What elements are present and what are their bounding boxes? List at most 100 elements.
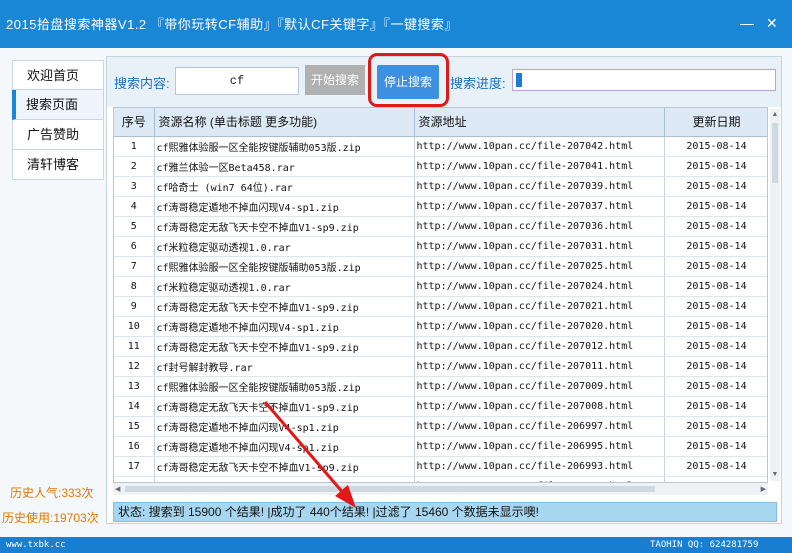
horizontal-scroll-thumb[interactable]	[125, 486, 655, 492]
cell-index: 2	[114, 156, 155, 177]
cell-date: 2015-08-14	[664, 416, 767, 437]
table-row[interactable]: 10 cf涛哥稳定遁地不掉血闪现V4-sp1.zip http://www.10pa…	[114, 316, 767, 337]
cell-name[interactable]: cf涛哥稳定遁地不掉血闪现V4-sp1.zip	[154, 436, 415, 457]
cell-name[interactable]: cf涛哥稳定遁地不掉血闪现V4-sp1.zip	[154, 196, 415, 217]
horizontal-scrollbar[interactable]: ◀ ▶	[113, 483, 768, 495]
table-row[interactable]: 15 cf涛哥稳定遁地不掉血闪现V4-sp1.zip http://www.10pa…	[114, 416, 767, 437]
cell-index: 9	[114, 296, 155, 317]
column-header-url[interactable]: 资源地址	[414, 108, 665, 137]
cell-name[interactable]: cf涛哥稳定遁地不掉血闪现V4-sp1.zip	[154, 476, 415, 482]
keyword-label: 搜索内容:	[114, 76, 170, 91]
table-row[interactable]: 13 cf熙雅体验服一区全能按键版辅助053版.zip http://www.10p…	[114, 376, 767, 397]
window-title: 2015拾盘搜索神器V1.2 『带你玩转CF辅助』『默认CF关键字』『一键搜索』	[6, 17, 458, 32]
status-bar: 状态: 搜索到 15900 个结果! |成功了 440个结果! |过滤了 154…	[113, 502, 777, 522]
sidebar: 欢迎首页 搜索页面 广告赞助 清轩博客	[12, 60, 104, 180]
vertical-scroll-thumb[interactable]	[772, 123, 778, 183]
cell-name[interactable]: cf米粒稳定驱动透视1.0.rar	[154, 236, 415, 257]
sidebar-item-welcome[interactable]: 欢迎首页	[12, 60, 104, 90]
cell-url: http://www.10pan.cc/file-207020.html	[414, 316, 665, 337]
sidebar-item-ads[interactable]: 广告赞助	[12, 120, 104, 150]
scroll-down-icon[interactable]: ▼	[771, 471, 779, 479]
cell-date: 2015-08-14	[664, 156, 767, 177]
table-row[interactable]: 7 cf熙雅体验服一区全能按键版辅助053版.zip http://www.10pa…	[114, 256, 767, 277]
table-row[interactable]: 18cf涛哥稳定遁地不掉血闪现V4-sp1.ziphttp://www.10pa…	[114, 476, 767, 482]
minimize-button[interactable]: —	[740, 16, 754, 30]
column-header-index[interactable]: 序号	[114, 108, 155, 137]
table-row[interactable]: 1 cf熙雅体验服一区全能按键版辅助053版.zip http://www.10pa…	[114, 136, 767, 157]
column-header-date[interactable]: 更新日期	[664, 108, 767, 137]
cell-date: 2015-08-14	[664, 276, 767, 297]
progress-fill	[516, 73, 522, 87]
cell-url: http://www.10pan.cc/file-207024.html	[414, 276, 665, 297]
cell-name[interactable]: cf哈奇士 (win7 64位).rar	[154, 176, 415, 197]
cell-name[interactable]: cf封号解封教导.rar	[154, 356, 415, 377]
cell-name[interactable]: cf雅兰体验一区Beta458.rar	[154, 156, 415, 177]
cell-name[interactable]: cf涛哥稳定无敌飞天卡空不掉血V1-sp9.zip	[154, 336, 415, 357]
annotation-highlight-box	[368, 53, 449, 107]
table-row[interactable]: 12 cf封号解封教导.rar http://www.10pan.cc/file-2…	[114, 356, 767, 377]
cell-url: http://www.10pan.cc/file-206995.html	[414, 436, 665, 457]
cell-url: http://www.10pan.cc/file-207041.html	[414, 156, 665, 177]
table-row[interactable]: 4 cf涛哥稳定遁地不掉血闪现V4-sp1.zip http://www.10pan…	[114, 196, 767, 217]
cell-name[interactable]: cf米粒稳定驱动透视1.0.rar	[154, 276, 415, 297]
vertical-scrollbar[interactable]: ▲ ▼	[770, 109, 780, 481]
cell-date: 2015-08-14	[664, 256, 767, 277]
start-search-button[interactable]: 开始搜索	[305, 65, 365, 95]
cell-date: 2015-08-14	[664, 196, 767, 217]
cell-url: http://www.10pan.cc/file-207008.html	[414, 396, 665, 417]
cell-index: 7	[114, 256, 155, 277]
cell-date: 2015-08-14	[664, 236, 767, 257]
scroll-right-icon[interactable]: ▶	[761, 485, 766, 493]
table-row[interactable]: 5 cf涛哥稳定无敌飞天卡空不掉血V1-sp9.zip http://www.10p…	[114, 216, 767, 237]
cell-date: 2015-08-14	[664, 176, 767, 197]
cell-name[interactable]: cf涛哥稳定无敌飞天卡空不掉血V1-sp9.zip	[154, 216, 415, 237]
cell-url: http://www.10pan.cc/file-207011.html	[414, 356, 665, 377]
cell-index: 1	[114, 136, 155, 157]
sidebar-item-search[interactable]: 搜索页面	[12, 90, 104, 120]
cell-index: 8	[114, 276, 155, 297]
keyword-input[interactable]	[175, 67, 299, 95]
cell-name[interactable]: cf熙雅体验服一区全能按键版辅助053版.zip	[154, 376, 415, 397]
cell-name[interactable]: cf涛哥稳定无敌飞天卡空不掉血V1-sp9.zip	[154, 296, 415, 317]
cell-name[interactable]: cf涛哥稳定遁地不掉血闪现V4-sp1.zip	[154, 316, 415, 337]
cell-url: http://www.10pan.cc/file-207012.html	[414, 336, 665, 357]
cell-url: http://www.10pan.cc/file-207025.html	[414, 256, 665, 277]
cell-date: 2015-08-14	[664, 456, 767, 477]
cell-url: http://www.10pan.cc/file-207037.html	[414, 196, 665, 217]
cell-url: http://www.10pan.cc/file-207031.html	[414, 236, 665, 257]
table-row[interactable]: 16 cf涛哥稳定遁地不掉血闪现V4-sp1.zip http://www.10pa…	[114, 436, 767, 457]
progress-label: 搜索进度:	[450, 76, 506, 91]
cell-index: 13	[114, 376, 155, 397]
footer-bar: www.txbk.cc TAOHIN QQ: 624281759	[0, 537, 792, 553]
footer-contact: TAOHIN QQ: 624281759	[650, 540, 759, 550]
table-row[interactable]: 8 cf米粒稳定驱动透视1.0.rar http://www.10pan.cc/fi…	[114, 276, 767, 297]
cell-name[interactable]: cf熙雅体验服一区全能按键版辅助053版.zip	[154, 256, 415, 277]
results-grid[interactable]: 序号 资源名称 (单击标题 更多功能) 资源地址 更新日期 1 cf熙雅体验服一区…	[113, 107, 768, 483]
cell-index: 17	[114, 456, 155, 477]
table-row[interactable]: 9 cf涛哥稳定无敌飞天卡空不掉血V1-sp9.zip http://www.10p…	[114, 296, 767, 317]
cell-name[interactable]: cf熙雅体验服一区全能按键版辅助053版.zip	[154, 136, 415, 157]
cell-name[interactable]: cf涛哥稳定无敌飞天卡空不掉血V1-sp9.zip	[154, 396, 415, 417]
cell-index: 6	[114, 236, 155, 257]
cell-name[interactable]: cf涛哥稳定无敌飞天卡空不掉血V1-sp9.zip	[154, 456, 415, 477]
table-row[interactable]: 11 cf涛哥稳定无敌飞天卡空不掉血V1-sp9.zip http://www.10…	[114, 336, 767, 357]
column-header-name[interactable]: 资源名称 (单击标题 更多功能)	[154, 108, 415, 137]
table-row[interactable]: 17 cf涛哥稳定无敌飞天卡空不掉血V1-sp9.zip http://www.10…	[114, 456, 767, 477]
table-row[interactable]: 3 cf哈奇士 (win7 64位).rar http://www.10pan.cc…	[114, 176, 767, 197]
sidebar-item-blog[interactable]: 清轩博客	[12, 150, 104, 180]
cell-url: http://www.10pan.cc/file-207042.html	[414, 136, 665, 157]
cell-date: 2015-08-14	[664, 436, 767, 457]
cell-url: http://www.10pan.cc/file-207039.html	[414, 176, 665, 197]
table-row[interactable]: 6 cf米粒稳定驱动透视1.0.rar http://www.10pan.cc/fi…	[114, 236, 767, 257]
cell-date: 2015-08-14	[664, 476, 767, 482]
close-button[interactable]: ✕	[766, 16, 778, 30]
table-row[interactable]: 14 cf涛哥稳定无敌飞天卡空不掉血V1-sp9.zip http://www.10…	[114, 396, 767, 417]
search-panel: 搜索内容: 开始搜索 停止搜索 搜索进度: 序号 资源名称 (单击标题 更多功能…	[106, 53, 782, 524]
cell-url: http://www.10pan.cc/file-206993.html	[414, 456, 665, 477]
cell-index: 15	[114, 416, 155, 437]
cell-date: 2015-08-14	[664, 356, 767, 377]
scroll-up-icon[interactable]: ▲	[771, 111, 779, 119]
table-row[interactable]: 2 cf雅兰体验一区Beta458.rar http://www.10pan.cc/…	[114, 156, 767, 177]
scroll-left-icon[interactable]: ◀	[115, 485, 120, 493]
cell-name[interactable]: cf涛哥稳定遁地不掉血闪现V4-sp1.zip	[154, 416, 415, 437]
